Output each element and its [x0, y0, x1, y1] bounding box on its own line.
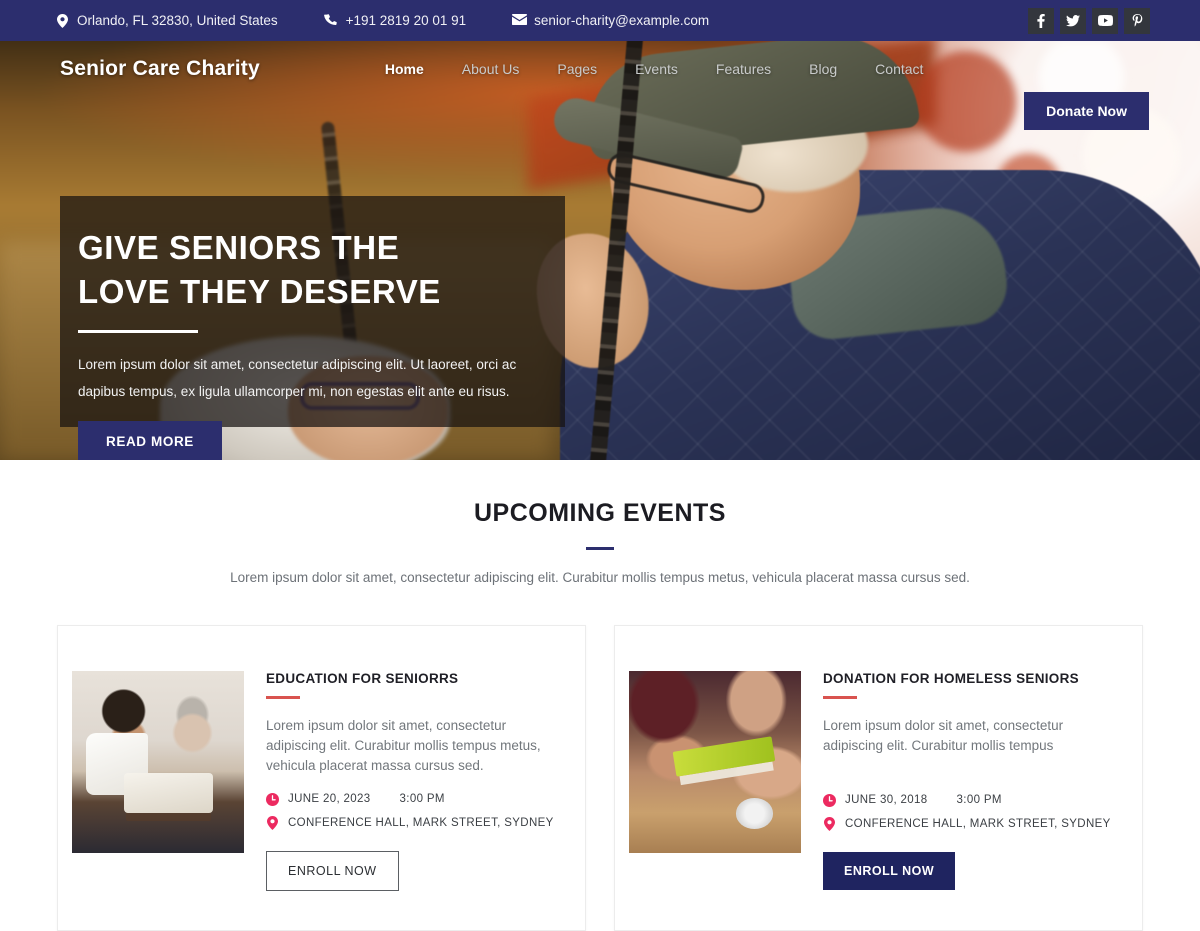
event-time: 3:00 PM — [956, 794, 1002, 806]
main-navigation: Senior Care Charity Home About Us Pages … — [0, 41, 1200, 130]
event-card: EDUCATION FOR SENIORRS Lorem ipsum dolor… — [57, 625, 586, 931]
event-date-row: JUNE 20, 2023 3:00 PM — [266, 792, 557, 806]
location-pin-icon — [57, 13, 68, 28]
event-title: DONATION FOR HOMELESS SENIORS — [823, 671, 1079, 686]
event-card-list: EDUCATION FOR SENIORRS Lorem ipsum dolor… — [0, 625, 1200, 931]
event-date: JUNE 20, 2023 — [288, 793, 371, 805]
email-item: senior-charity@example.com — [512, 13, 709, 28]
event-location: CONFERENCE HALL, MARK STREET, SYDNEY — [288, 817, 554, 829]
facebook-icon[interactable] — [1028, 7, 1054, 34]
pinterest-icon[interactable] — [1124, 7, 1150, 34]
nav-item-about-us[interactable]: About Us — [443, 61, 539, 77]
enroll-now-button[interactable]: ENROLL NOW — [823, 851, 956, 890]
address-item: Orlando, FL 32830, United States — [57, 13, 278, 28]
site-logo[interactable]: Senior Care Charity — [60, 57, 260, 81]
read-more-button[interactable]: READ MORE — [78, 421, 222, 460]
nav-item-pages[interactable]: Pages — [538, 61, 616, 77]
event-description: Lorem ipsum dolor sit amet, consectetur … — [823, 717, 1064, 753]
twitter-icon[interactable] — [1060, 7, 1086, 34]
nav-item-features[interactable]: Features — [697, 61, 790, 77]
email-text: senior-charity@example.com — [534, 13, 710, 28]
event-meta: JUNE 20, 2023 3:00 PM CONFERENCE HALL, M… — [266, 792, 557, 830]
address-text: Orlando, FL 32830, United States — [77, 13, 278, 28]
event-time: 3:00 PM — [399, 793, 445, 805]
event-image — [72, 671, 244, 853]
event-meta: JUNE 30, 2018 3:00 PM CONFERENCE HALL, M… — [823, 793, 1114, 831]
event-title: EDUCATION FOR SENIORRS — [266, 671, 459, 686]
event-location-row: CONFERENCE HALL, MARK STREET, SYDNEY — [266, 816, 557, 830]
phone-text: +191 2819 20 01 91 — [345, 13, 467, 28]
clock-icon — [823, 793, 836, 807]
event-description: Lorem ipsum dolor sit amet, consectetur … — [266, 717, 541, 773]
event-card: DONATION FOR HOMELESS SENIORS Lorem ipsu… — [614, 625, 1143, 931]
hero-divider — [78, 330, 198, 333]
location-pin-icon — [823, 817, 836, 831]
event-title-divider — [266, 696, 300, 699]
location-pin-icon — [266, 816, 279, 830]
nav-item-events[interactable]: Events — [616, 61, 697, 77]
enroll-now-button[interactable]: ENROLL NOW — [266, 850, 399, 891]
nav-item-blog[interactable]: Blog — [790, 61, 856, 77]
event-title-divider — [823, 696, 857, 699]
event-date: JUNE 30, 2018 — [845, 794, 928, 806]
hero-text-panel: GIVE SENIORS THE LOVE THEY DESERVE Lorem… — [60, 196, 565, 460]
envelope-icon — [512, 13, 528, 28]
hero-subtitle: Lorem ipsum dolor sit amet, consectetur … — [78, 357, 517, 399]
clock-icon — [266, 792, 279, 806]
event-date-row: JUNE 30, 2018 3:00 PM — [823, 793, 1114, 807]
hero-banner: Senior Care Charity Home About Us Pages … — [0, 41, 1200, 460]
phone-icon — [323, 13, 337, 28]
upcoming-events-section: UPCOMING EVENTS Lorem ipsum dolor sit am… — [0, 460, 1200, 931]
donate-now-button[interactable]: Donate Now — [1024, 92, 1149, 130]
section-title: UPCOMING EVENTS — [474, 499, 726, 527]
nav-item-contact[interactable]: Contact — [856, 61, 942, 77]
phone-item: +191 2819 20 01 91 — [323, 13, 467, 28]
youtube-icon[interactable] — [1092, 7, 1118, 34]
event-location: CONFERENCE HALL, MARK STREET, SYDNEY — [845, 818, 1111, 830]
event-location-row: CONFERENCE HALL, MARK STREET, SYDNEY — [823, 817, 1114, 831]
section-subtitle: Lorem ipsum dolor sit amet, consectetur … — [230, 570, 970, 585]
event-image — [629, 671, 801, 853]
section-divider — [586, 547, 614, 550]
hero-title-line-2: LOVE THEY DESERVE — [78, 273, 441, 310]
nav-menu: Home About Us Pages Events Features Blog… — [366, 61, 943, 77]
hero-title-line-1: GIVE SENIORS THE — [78, 229, 400, 266]
nav-item-home[interactable]: Home — [366, 61, 443, 77]
social-links — [1028, 0, 1150, 41]
top-contact-bar: Orlando, FL 32830, United States +191 28… — [0, 0, 1200, 41]
